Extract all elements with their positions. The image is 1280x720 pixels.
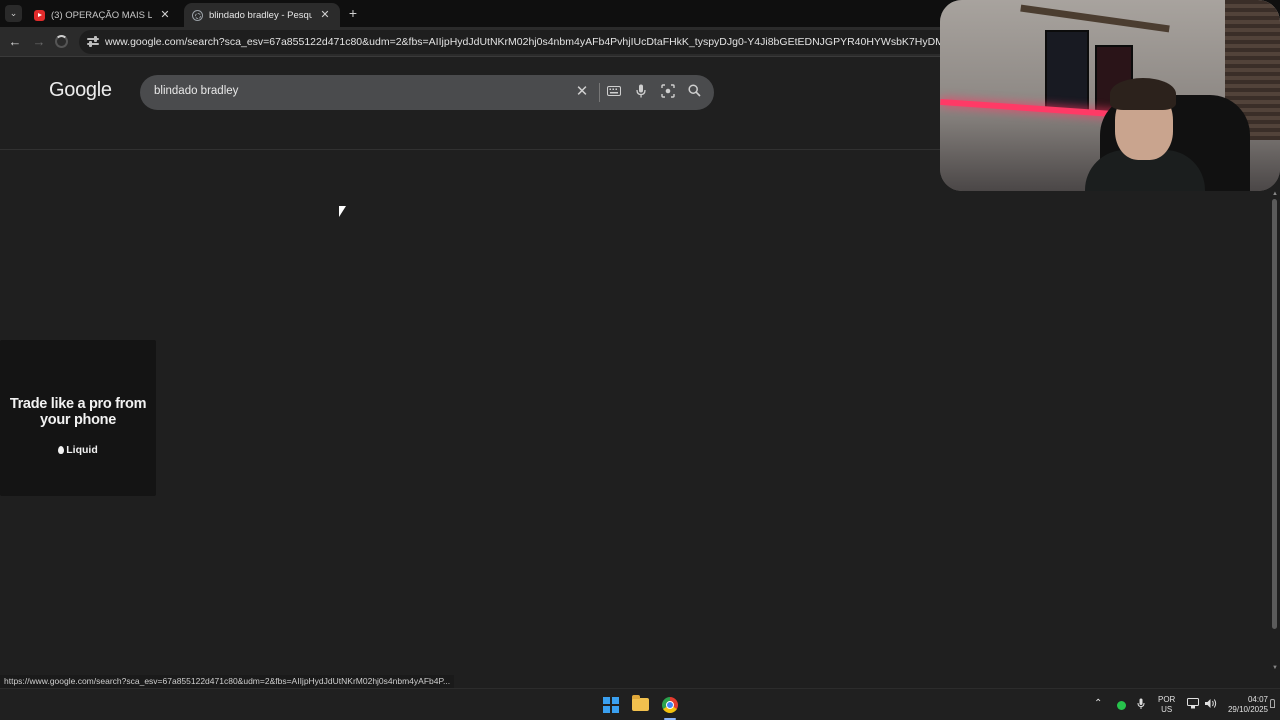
microphone-icon[interactable]: [633, 84, 649, 100]
show-hidden-icons-chevron-icon[interactable]: ⌃: [1094, 698, 1102, 720]
status-dot-icon[interactable]: [1117, 701, 1126, 710]
google-logo[interactable]: Google: [49, 79, 112, 102]
webcam-overlay: [940, 0, 1280, 191]
windows-taskbar: ⌃ POR US 04:07 29/10/2025: [0, 688, 1280, 720]
search-input[interactable]: blindado bradley: [154, 85, 238, 97]
chrome-icon[interactable]: [662, 697, 678, 713]
search-box[interactable]: blindado bradley ✕: [140, 75, 714, 110]
input-language-indicator[interactable]: POR US: [1158, 695, 1175, 720]
scroll-up-icon[interactable]: ▲: [1272, 191, 1278, 197]
tab-title: blindado bradley - Pesquisa Go: [209, 9, 312, 21]
ad-headline: Trade like a pro from your phone: [9, 396, 147, 428]
volume-icon[interactable]: [1204, 698, 1217, 720]
windows-start-icon[interactable]: [603, 697, 619, 713]
file-explorer-icon[interactable]: [632, 695, 649, 711]
loading-globe-icon: [192, 9, 203, 21]
scroll-down-icon[interactable]: ▼: [1272, 665, 1278, 671]
search-icon[interactable]: [686, 84, 702, 100]
keyboard-icon[interactable]: [606, 84, 622, 100]
screen: ⌄ (3) OPERAÇÃO MAIS LETAL DA ✕ blindado …: [0, 0, 1280, 720]
loading-spinner-icon[interactable]: [55, 35, 68, 48]
liquid-drop-icon: [58, 446, 65, 454]
header-divider: [0, 149, 940, 150]
google-lens-icon[interactable]: [660, 84, 676, 100]
tab-close-button[interactable]: ✕: [318, 8, 332, 22]
system-clock[interactable]: 04:07 29/10/2025: [1226, 695, 1268, 720]
advertisement-banner[interactable]: Trade like a pro from your phone Liquid: [0, 340, 156, 496]
new-tab-button[interactable]: +: [345, 6, 361, 22]
mouse-cursor-icon: [339, 206, 346, 217]
ad-brand: Liquid: [0, 444, 156, 456]
youtube-icon: [34, 9, 45, 21]
forward-button[interactable]: →: [30, 33, 48, 51]
tab-search-button[interactable]: ⌄: [5, 5, 22, 22]
tab-title: (3) OPERAÇÃO MAIS LETAL DA: [51, 9, 152, 21]
tab-google-search[interactable]: blindado bradley - Pesquisa Go ✕: [184, 3, 340, 27]
search-divider: [599, 83, 600, 102]
back-button[interactable]: ←: [6, 33, 24, 51]
tab-youtube[interactable]: (3) OPERAÇÃO MAIS LETAL DA ✕: [26, 3, 180, 27]
clock-time: 04:07: [1247, 695, 1268, 704]
clock-date: 29/10/2025: [1227, 705, 1268, 714]
network-icon[interactable]: [1187, 698, 1199, 720]
scrollbar-thumb[interactable]: [1272, 199, 1277, 629]
tray-microphone-icon[interactable]: [1137, 698, 1145, 720]
clear-icon[interactable]: ✕: [574, 84, 590, 100]
link-status-bubble: https://www.google.com/search?sca_esv=67…: [0, 675, 455, 688]
notification-bell-icon[interactable]: [1270, 699, 1275, 708]
tab-close-button[interactable]: ✕: [158, 8, 172, 22]
page-scrollbar[interactable]: ▲ ▼: [1270, 191, 1280, 671]
site-info-icon[interactable]: [87, 36, 99, 48]
